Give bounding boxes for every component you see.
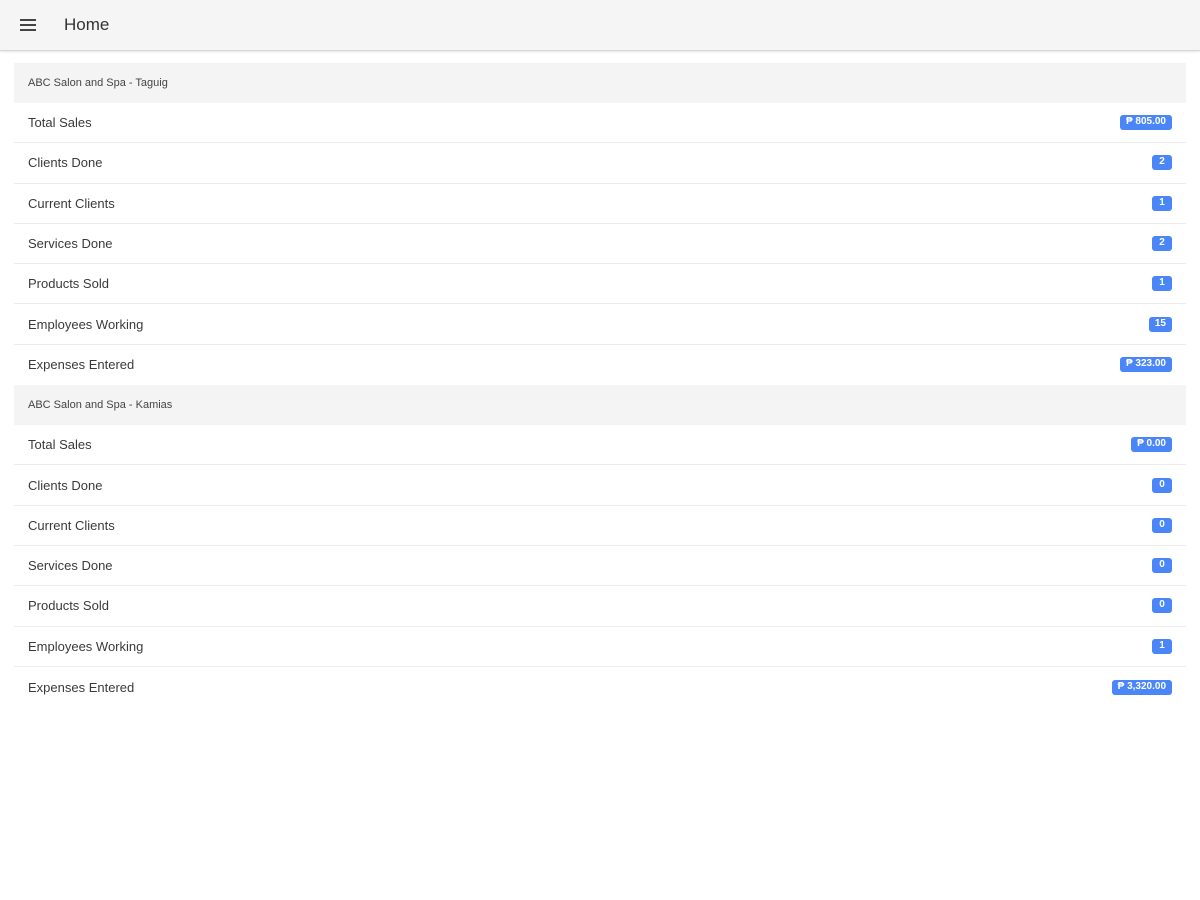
stat-badge: 1 [1152, 276, 1172, 292]
stat-row-current-clients[interactable]: Current Clients 1 [14, 183, 1186, 224]
stat-label: Employees Working [28, 316, 144, 332]
stat-label: Services Done [28, 558, 113, 574]
stat-row-employees-working[interactable]: Employees Working 1 [14, 626, 1186, 667]
stat-row-total-sales[interactable]: Total Sales ₱ 805.00 [14, 103, 1186, 144]
stat-label: Products Sold [28, 276, 109, 292]
stat-row-services-done[interactable]: Services Done 0 [14, 545, 1186, 587]
stat-label: Total Sales [28, 437, 92, 453]
stat-badge: 0 [1152, 558, 1172, 574]
stat-badge: ₱ 3,320.00 [1111, 679, 1172, 695]
stat-badge: 2 [1152, 155, 1172, 171]
stat-label: Expenses Entered [28, 679, 135, 695]
stat-badge: 0 [1152, 517, 1172, 533]
branch-header-taguig: ABC Salon and Spa - Taguig [14, 63, 1186, 103]
stat-badge: 1 [1152, 638, 1172, 654]
stat-badge: ₱ 805.00 [1119, 115, 1172, 131]
stat-badge: 0 [1152, 477, 1172, 493]
branch-header-kamias: ABC Salon and Spa - Kamias [14, 385, 1186, 426]
menu-icon [20, 19, 36, 31]
stat-row-current-clients[interactable]: Current Clients 0 [14, 505, 1186, 546]
stat-label: Clients Done [28, 155, 103, 171]
stat-row-clients-done[interactable]: Clients Done 2 [14, 143, 1186, 184]
branch-list: ABC Salon and Spa - Taguig Total Sales ₱… [14, 63, 1186, 708]
stat-row-total-sales[interactable]: Total Sales ₱ 0.00 [14, 425, 1186, 466]
stat-label: Total Sales [28, 115, 92, 131]
stat-badge: ₱ 0.00 [1131, 437, 1172, 453]
stat-badge: 1 [1152, 195, 1172, 211]
stat-label: Products Sold [28, 598, 109, 614]
stat-label: Expenses Entered [28, 357, 135, 373]
stat-badge: ₱ 323.00 [1119, 357, 1172, 373]
menu-button[interactable] [0, 0, 56, 51]
app-bar: Home [0, 0, 1200, 51]
stat-row-services-done[interactable]: Services Done 2 [14, 223, 1186, 265]
stat-row-employees-working[interactable]: Employees Working 15 [14, 304, 1186, 345]
stat-row-expenses-entered[interactable]: Expenses Entered ₱ 323.00 [14, 344, 1186, 386]
stat-label: Current Clients [28, 195, 115, 211]
stat-badge: 0 [1152, 598, 1172, 614]
stat-label: Services Done [28, 236, 113, 252]
stat-label: Current Clients [28, 517, 115, 533]
stat-badge: 15 [1148, 316, 1172, 332]
stat-badge: 2 [1152, 236, 1172, 252]
stat-row-products-sold[interactable]: Products Sold 0 [14, 586, 1186, 627]
stat-row-products-sold[interactable]: Products Sold 1 [14, 264, 1186, 305]
page-title: Home [64, 15, 110, 34]
stat-label: Clients Done [28, 477, 103, 493]
stat-label: Employees Working [28, 638, 144, 654]
stat-row-expenses-entered[interactable]: Expenses Entered ₱ 3,320.00 [14, 666, 1186, 708]
stat-row-clients-done[interactable]: Clients Done 0 [14, 465, 1186, 506]
